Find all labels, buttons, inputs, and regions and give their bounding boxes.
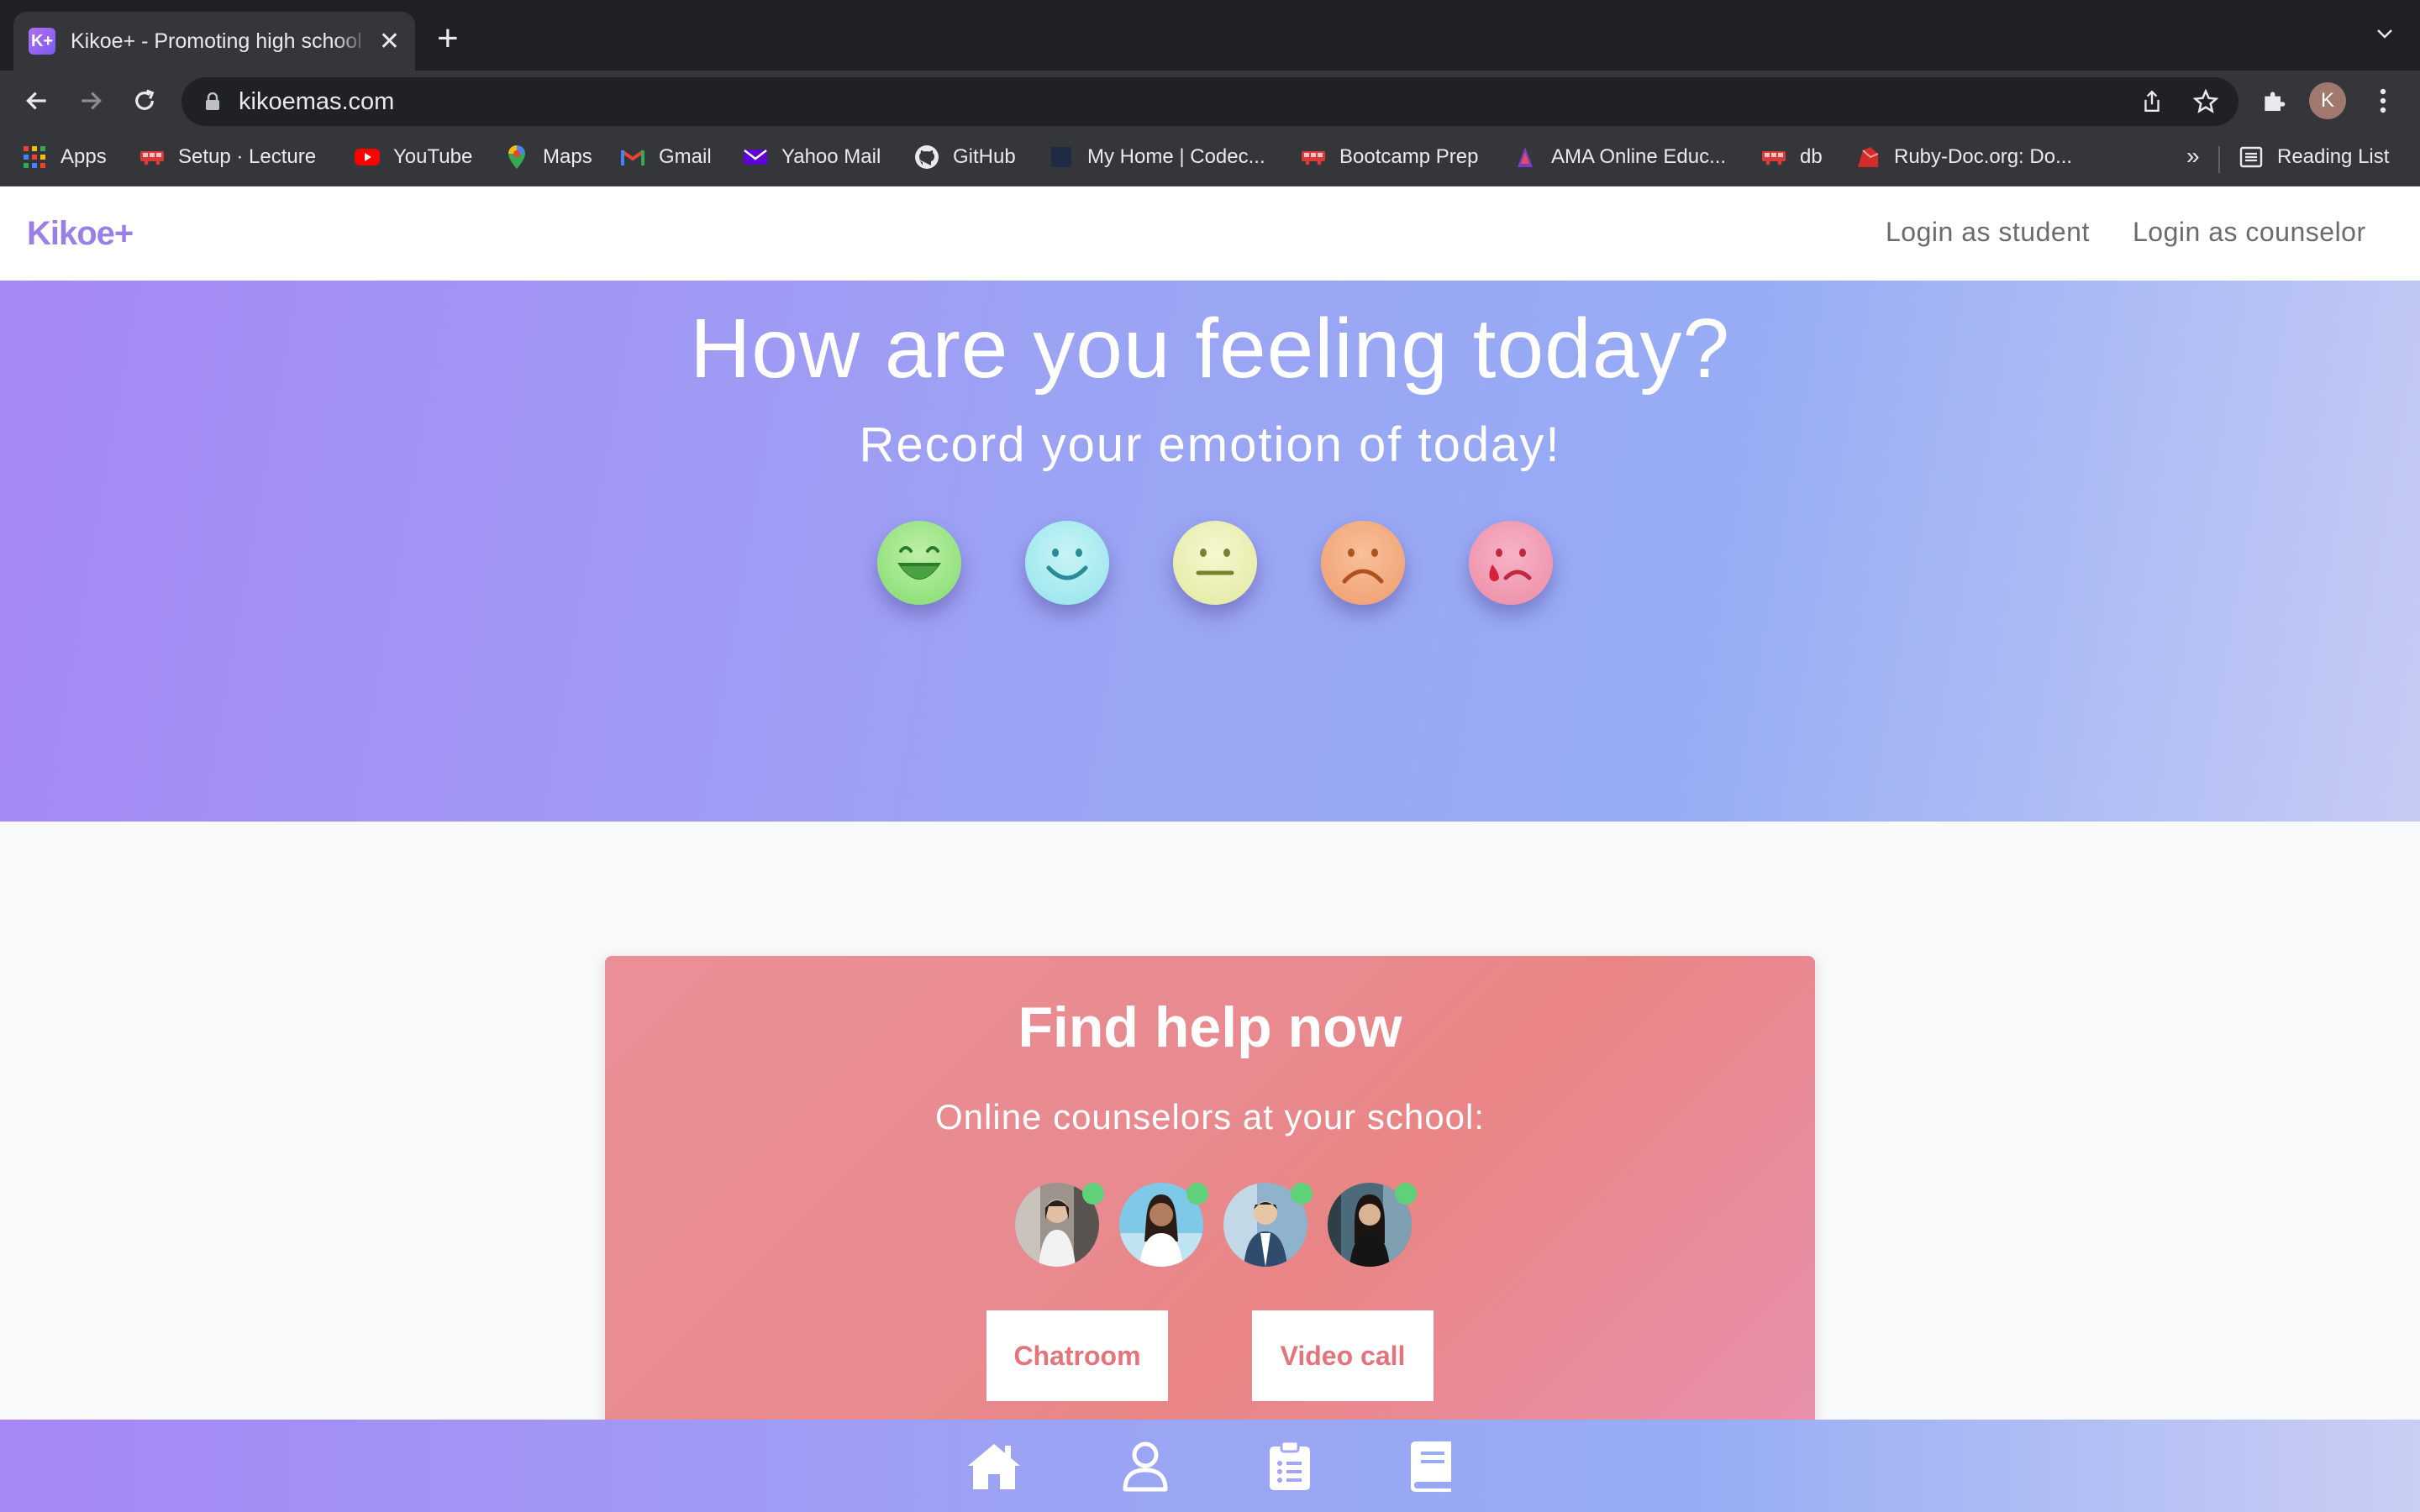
sad-emoji[interactable] [1321,521,1405,605]
bookmark-label: Ruby-Doc.org: Do... [1894,145,2073,168]
home-icon[interactable] [965,1438,1023,1494]
bookmark-label: GitHub [953,145,1016,168]
crying-emoji[interactable] [1469,521,1553,605]
codecademy-icon [1049,144,1074,170]
bookmark-bootcamp-prep[interactable]: Bootcamp Prep [1301,144,1478,170]
address-bar[interactable]: kikoemas.com [182,77,2238,126]
find-help-title: Find help now [1018,995,1402,1059]
bookmark-label: Apps [60,145,107,168]
online-status-dot [1186,1183,1208,1205]
bookmark-yahoo-mail[interactable]: Yahoo Mail [743,144,881,170]
ama-icon [1512,144,1538,170]
forward-icon[interactable] [72,82,109,119]
clipboard-list-icon[interactable] [1260,1438,1319,1494]
apps-grid-icon [22,144,47,170]
login-student-link[interactable]: Login as student [1886,217,2090,248]
reading-list-icon [2238,144,2264,170]
chatroom-button[interactable]: Chatroom [986,1310,1168,1401]
reading-list-label: Reading List [2277,145,2390,168]
bookmark-label: AMA Online Educ... [1551,145,1727,168]
very-happy-emoji[interactable] [877,521,961,605]
online-status-dot [1395,1183,1417,1205]
bookmark-ama[interactable]: AMA Online Educ... [1512,144,1726,170]
bookmarks-divider [2218,146,2220,173]
bookmark-github[interactable]: GitHub [914,144,1016,170]
reading-list-button[interactable]: Reading List [2238,144,2389,170]
youtube-icon [355,144,380,170]
profile-avatar[interactable]: K [2309,82,2346,119]
share-icon[interactable] [2138,87,2166,116]
bookmarks-bar: Apps Setup · Lecture YouTube Maps Gmail … [0,131,2420,186]
tab-search-chevron-icon[interactable] [2375,24,2395,48]
bookmark-label: Bootcamp Prep [1339,145,1479,168]
url-text: kikoemas.com [239,88,395,115]
ruby-icon [1855,144,1881,170]
bookmark-codecademy[interactable]: My Home | Codec... [1049,144,1265,170]
new-tab-icon[interactable]: + [437,20,459,57]
lock-icon [205,92,220,115]
bookmark-label: My Home | Codec... [1087,145,1265,168]
bookmark-db[interactable]: db [1761,144,1823,170]
online-status-dot [1291,1183,1313,1205]
find-help-subtitle: Online counselors at your school: [935,1097,1485,1137]
bookmark-label: Yahoo Mail [781,145,881,168]
login-counselor-link[interactable]: Login as counselor [2133,217,2366,248]
video-call-button[interactable]: Video call [1252,1310,1434,1401]
tab-title: Kikoe+ - Promoting high school [71,29,362,53]
maps-pin-icon [504,144,529,170]
find-help-card: Find help now Online counselors at your … [605,956,1815,1426]
bookmark-label: Maps [543,145,592,168]
site-logo[interactable]: Kikoe+ [27,215,134,253]
bookmark-ruby-doc[interactable]: Ruby-Doc.org: Do... [1855,144,2072,170]
bottom-navigation [0,1420,2420,1512]
browser-tab[interactable]: K+ Kikoe+ - Promoting high school ✕ [13,12,415,71]
happy-emoji[interactable] [1025,521,1109,605]
bookmark-youtube[interactable]: YouTube [355,144,472,170]
bookmark-star-icon[interactable] [2191,87,2220,116]
bookmark-maps[interactable]: Maps [504,144,592,170]
tab-close-icon[interactable]: ✕ [379,27,400,56]
site-navbar: Kikoe+ Login as student Login as counsel… [0,186,2420,281]
neutral-emoji[interactable] [1173,521,1257,605]
emotion-hero: How are you feeling today? Record your e… [0,281,2420,822]
hero-title: How are you feeling today? [690,302,1730,396]
back-icon[interactable] [18,82,55,119]
github-icon [914,144,939,170]
online-status-dot [1082,1183,1104,1205]
kebab-menu-icon[interactable] [2365,82,2402,119]
bookmarks-overflow-icon[interactable]: » [2186,143,2200,170]
gmail-icon [620,144,645,170]
bus-icon [139,144,165,170]
browser-tabstrip: K+ Kikoe+ - Promoting high school ✕ + [0,0,2420,71]
book-icon[interactable] [1402,1438,1460,1494]
bookmark-label: Gmail [659,145,712,168]
bookmark-gmail[interactable]: Gmail [620,144,712,170]
profile-icon[interactable] [1116,1438,1175,1494]
bookmark-apps[interactable]: Apps [22,144,107,170]
reload-icon[interactable] [126,82,163,119]
bus-icon [1301,144,1326,170]
bookmark-label: Setup · Lecture [178,145,317,168]
browser-toolbar: kikoemas.com K [0,71,2420,131]
bookmark-label: YouTube [393,145,473,168]
yahoo-mail-icon [743,144,768,170]
tab-favicon: K+ [29,28,55,55]
bookmark-label: db [1800,145,1823,168]
hero-subtitle: Record your emotion of today! [859,417,1561,472]
extensions-puzzle-icon[interactable] [2255,82,2292,119]
bus-icon [1761,144,1786,170]
bookmark-setup-lecture[interactable]: Setup · Lecture [139,144,316,170]
